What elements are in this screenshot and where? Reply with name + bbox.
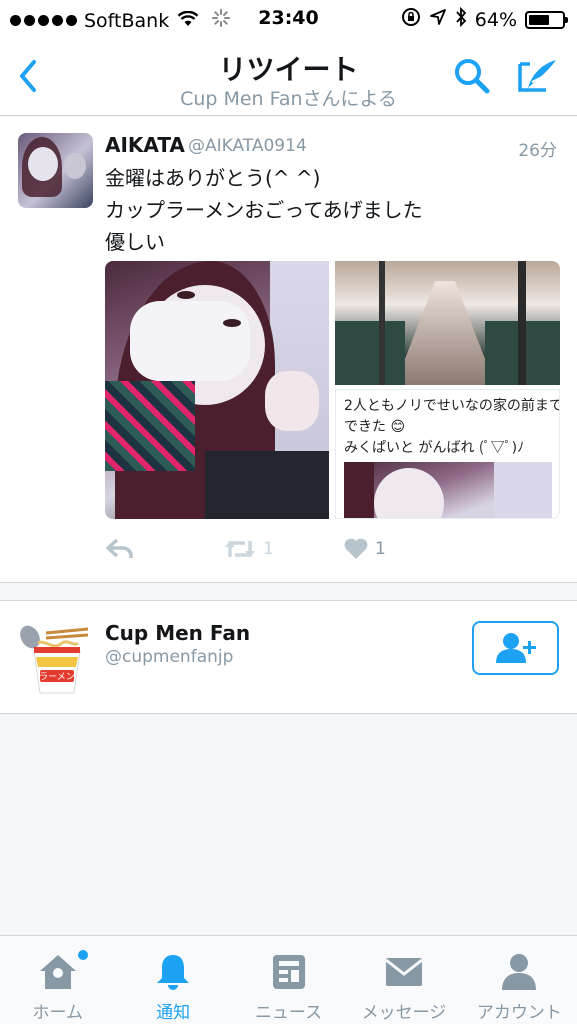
add-user-icon xyxy=(495,633,536,663)
tweet-text-line: 優しい xyxy=(105,230,165,254)
search-icon xyxy=(455,59,490,94)
battery-icon xyxy=(525,10,568,29)
follow-button[interactable] xyxy=(472,621,559,675)
tab-label: アカウント xyxy=(476,1003,562,1023)
compose-tweet-button[interactable] xyxy=(516,56,560,96)
tab-label: ホーム xyxy=(32,1003,83,1023)
tweet-actions: 1 1 xyxy=(105,537,565,567)
tweet-timestamp: 26分 xyxy=(518,141,557,161)
tab-label: メッセージ xyxy=(361,1003,447,1023)
tweet-photo-screenshot[interactable]: 2人ともノリでせいなの家の前まで できた 😊 みくぱいと がんばれ (ﾟ▽ﾟ)ﾉ xyxy=(335,389,560,519)
retweeter-user-row[interactable]: ラーメン Cup Men Fan @cupmenfanjp xyxy=(0,600,577,714)
tab-bar: ホーム 通知 ニュース メッセージ アカウント xyxy=(0,935,577,1024)
tweet-author-handle: @AIKATA0914 xyxy=(188,136,307,156)
tweet-text-line: 金曜はありがとう(^ ^) xyxy=(105,166,321,190)
location-arrow-icon xyxy=(429,8,447,31)
person-icon xyxy=(497,950,541,994)
retweet-count: 1 xyxy=(263,539,274,559)
ramen-label: ラーメン xyxy=(39,672,75,683)
tab-account[interactable]: アカウント xyxy=(462,936,577,1024)
tweet-card[interactable]: AIKATA @AIKATA0914 26分 金曜はありがとう(^ ^) カップ… xyxy=(0,117,577,583)
tab-news[interactable]: ニュース xyxy=(231,936,346,1024)
nav-bar: リツイート Cup Men Fanさんによる xyxy=(0,38,577,116)
orientation-lock-icon xyxy=(401,7,421,32)
home-icon xyxy=(36,950,80,994)
battery-percent: 64% xyxy=(474,8,517,31)
tweet-photo-bus[interactable] xyxy=(335,261,560,385)
notification-dot xyxy=(78,950,88,960)
avatar[interactable] xyxy=(18,133,93,208)
tweet-author-name[interactable]: AIKATA xyxy=(105,133,185,157)
like-count: 1 xyxy=(375,539,386,559)
reply-button[interactable] xyxy=(105,537,135,561)
tweet-text-line: カップラーメンおごってあげました xyxy=(105,198,423,222)
battery-fill xyxy=(529,14,550,25)
tab-home[interactable]: ホーム xyxy=(0,936,115,1024)
like-button[interactable]: 1 xyxy=(343,537,386,561)
media-caption-line: 2人ともノリでせいなの家の前まで xyxy=(344,398,560,414)
user-name[interactable]: Cup Men Fan xyxy=(105,621,250,645)
search-button[interactable] xyxy=(452,56,492,96)
tab-label: 通知 xyxy=(156,1003,191,1023)
status-right: 64% xyxy=(401,6,568,32)
envelope-icon xyxy=(382,950,426,994)
reply-icon xyxy=(106,538,133,558)
avatar[interactable]: ラーメン xyxy=(18,621,93,696)
retweet-button[interactable]: 1 xyxy=(223,537,274,561)
retweet-icon xyxy=(225,541,255,557)
tab-label: ニュース xyxy=(254,1003,323,1023)
status-bar: SoftBank 23:40 64% xyxy=(0,0,577,38)
bell-icon xyxy=(151,950,195,994)
compose-tweet-icon xyxy=(518,60,556,92)
tab-notifications[interactable]: 通知 xyxy=(115,936,230,1024)
media-caption-line: みくぱいと がんばれ (ﾟ▽ﾟ)ﾉ xyxy=(344,440,525,456)
bluetooth-icon xyxy=(455,6,467,32)
news-icon xyxy=(267,950,311,994)
user-handle: @cupmenfanjp xyxy=(105,647,234,667)
tweet-media-grid: 2人ともノリでせいなの家の前まで できた 😊 みくぱいと がんばれ (ﾟ▽ﾟ)ﾉ xyxy=(105,261,560,519)
cup-noodle-avatar: ラーメン xyxy=(20,625,89,694)
heart-icon xyxy=(344,538,368,559)
media-caption: 2人ともノリでせいなの家の前まで できた 😊 みくぱいと がんばれ (ﾟ▽ﾟ)ﾉ xyxy=(344,396,560,459)
tab-messages[interactable]: メッセージ xyxy=(346,936,461,1024)
tweet-photo-selfie[interactable] xyxy=(105,261,329,519)
tweet-text: 金曜はありがとう(^ ^) カップラーメンおごってあげました 優しい xyxy=(105,162,423,258)
media-caption-line: できた 😊 xyxy=(344,419,406,435)
